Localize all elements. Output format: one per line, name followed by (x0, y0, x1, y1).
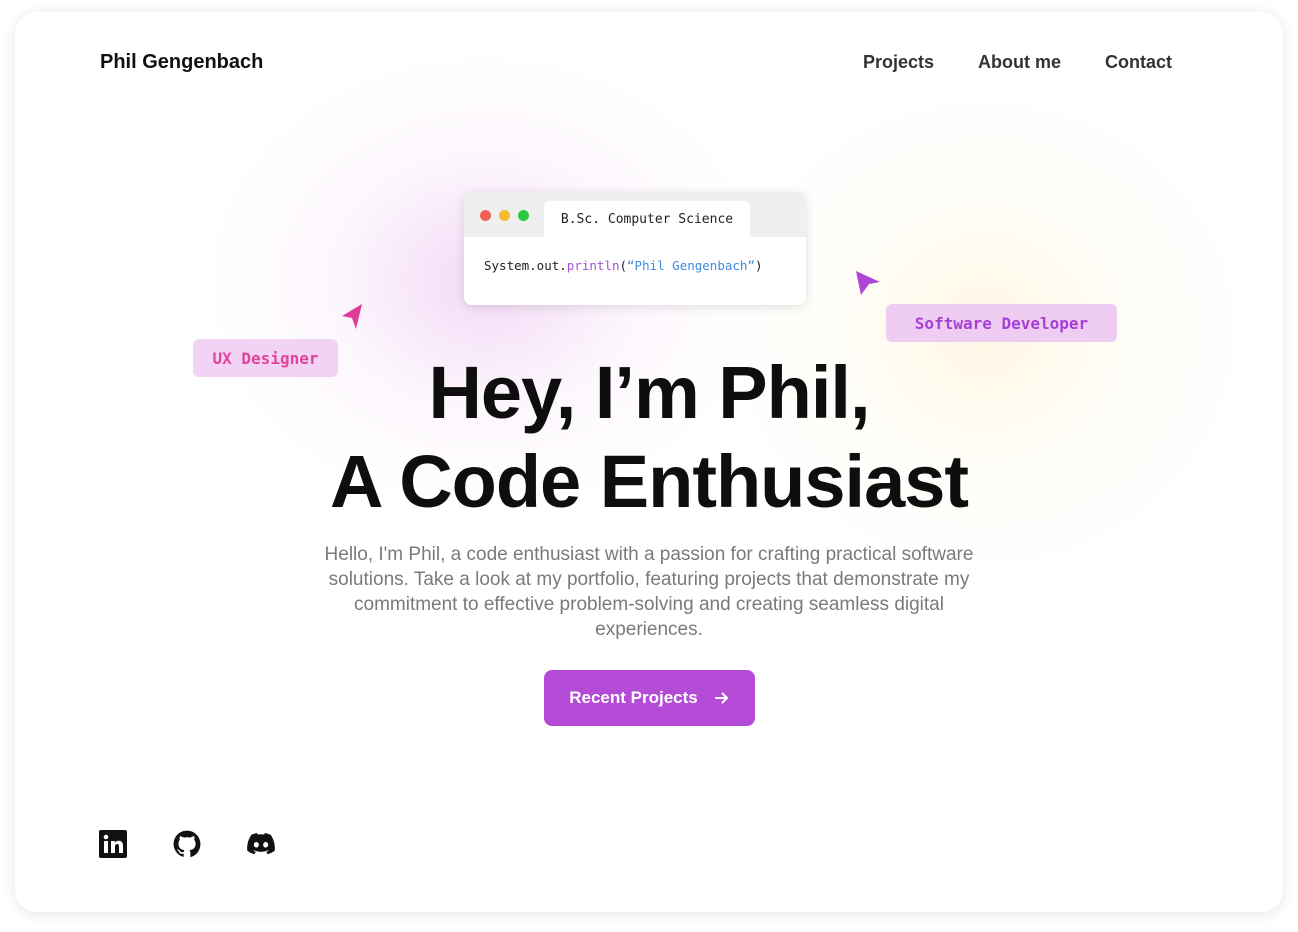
hero-headline-line-2: A Code Enthusiast (329, 440, 969, 523)
github-link[interactable] (173, 830, 201, 858)
software-developer-tag: Software Developer (886, 304, 1117, 342)
window-minimize-dot (499, 210, 510, 221)
pointer-cursor-pink-icon (342, 304, 362, 329)
window-close-dot (480, 210, 491, 221)
code-string: “Phil Gengenbach” (627, 258, 755, 273)
code-line: System.out.println(“Phil Gengenbach”) (484, 258, 762, 273)
hero-headline-line-1: Hey, I’m Phil, (428, 351, 870, 434)
recent-projects-button-label: Recent Projects (569, 688, 698, 707)
code-object: System.out. (484, 258, 567, 273)
nav-link-projects[interactable]: Projects (863, 52, 934, 73)
nav-link-about-me[interactable]: About me (978, 52, 1061, 73)
main-nav: Projects About me Contact (863, 52, 1172, 73)
code-window-titlebar: B.Sc. Computer Science (464, 192, 806, 237)
arrow-right-icon (714, 692, 728, 704)
code-window: B.Sc. Computer Science System.out.printl… (464, 192, 806, 305)
hero-headline: Hey, I’m Phil, A Code Enthusiast (15, 348, 1283, 526)
linkedin-link[interactable] (99, 830, 127, 858)
social-links (99, 830, 275, 858)
portfolio-page: Phil Gengenbach Projects About me Contac… (15, 12, 1283, 912)
hero-intro: Hello, I'm Phil, a code enthusiast with … (324, 544, 974, 640)
recent-projects-button[interactable]: Recent Projects (544, 670, 755, 726)
linkedin-icon (99, 830, 127, 858)
site-brand[interactable]: Phil Gengenbach (100, 51, 263, 74)
code-window-tab: B.Sc. Computer Science (544, 201, 750, 237)
code-method: println (566, 258, 620, 273)
discord-link[interactable] (247, 830, 275, 858)
window-maximize-dot (518, 210, 529, 221)
code-paren-close: ) (754, 258, 763, 273)
github-icon (173, 830, 201, 857)
nav-link-contact[interactable]: Contact (1105, 52, 1172, 73)
code-paren-open: ( (619, 258, 628, 273)
discord-icon (247, 832, 275, 855)
pointer-cursor-purple-icon (856, 271, 880, 295)
